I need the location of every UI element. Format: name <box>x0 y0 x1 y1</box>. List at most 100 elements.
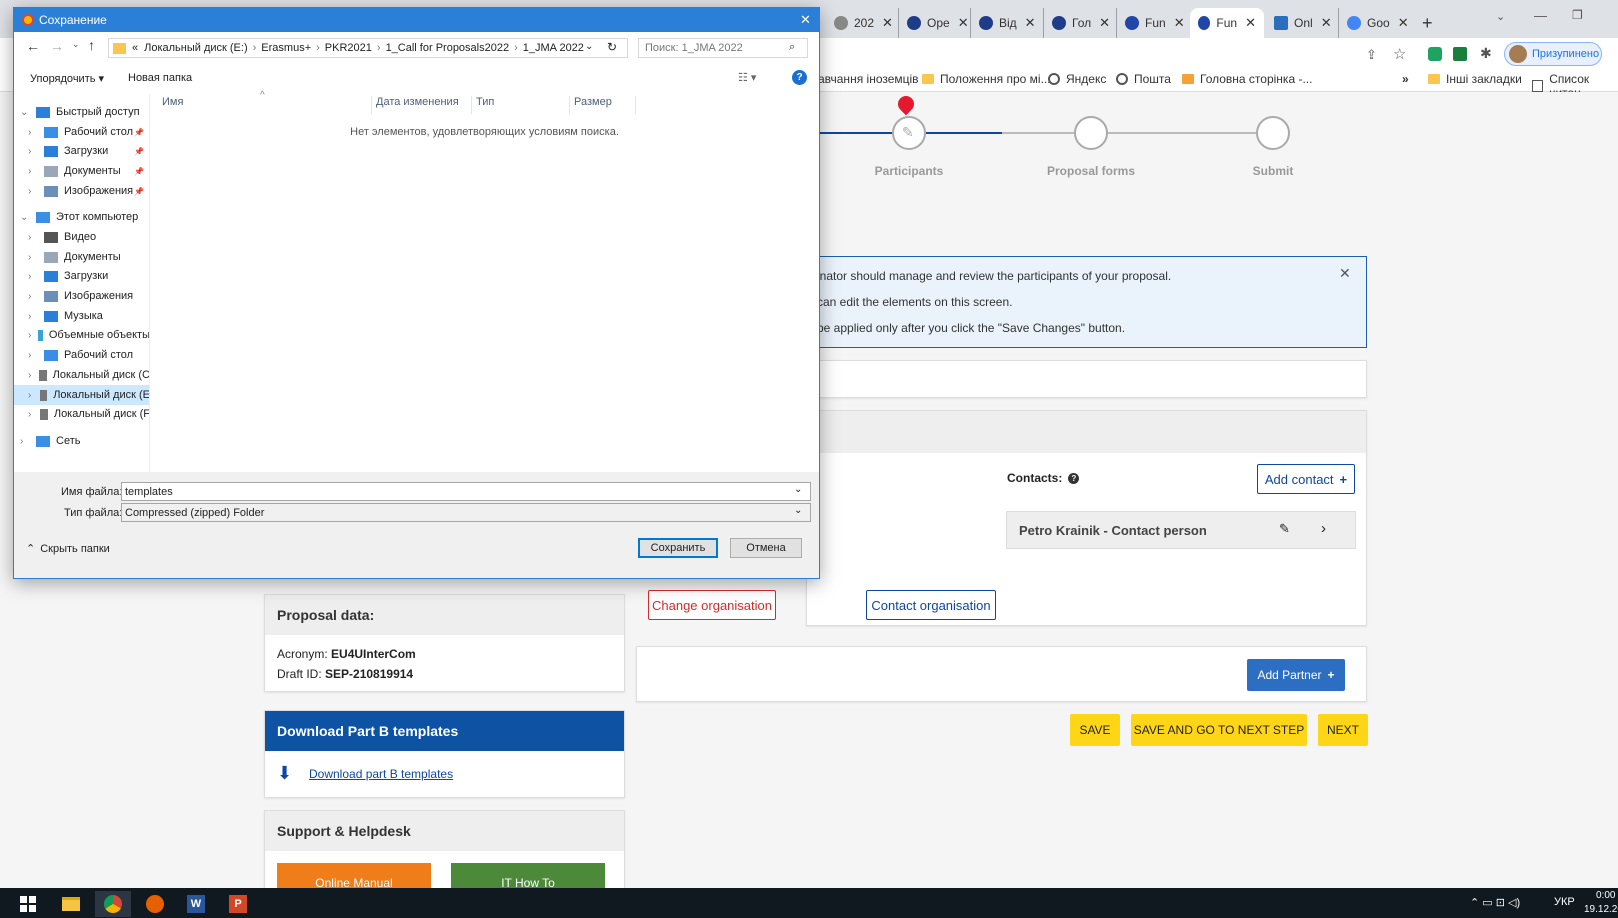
browser-tab[interactable]: Goo ✕ <box>1338 8 1417 38</box>
organize-button[interactable]: Упорядочить ▾ <box>30 72 104 85</box>
chevron-right-icon[interactable]: › <box>28 186 38 197</box>
browser-tab[interactable]: Гол ✕ <box>1043 8 1118 38</box>
browser-tab[interactable]: Від ✕ <box>970 8 1044 38</box>
close-tab-icon[interactable]: ✕ <box>882 15 893 31</box>
browser-tab[interactable]: Onl ✕ <box>1266 8 1340 38</box>
close-tab-icon[interactable]: ✕ <box>1245 15 1256 31</box>
close-tab-icon[interactable]: ✕ <box>1398 15 1409 31</box>
chevron-right-icon[interactable]: › <box>28 390 34 401</box>
chevron-down-icon[interactable]: ⌄ <box>20 107 30 118</box>
chevron-down-icon[interactable]: ⌄ <box>794 484 802 495</box>
contact-organisation-button[interactable]: Contact organisation <box>866 590 996 620</box>
folder-tree-item[interactable]: › Документы <box>14 247 149 267</box>
filename-input[interactable]: templates ⌄ <box>121 482 811 501</box>
bookmark-item[interactable]: авчання іноземців <box>818 72 919 86</box>
help-icon[interactable]: ? <box>792 70 807 85</box>
chevron-right-icon[interactable]: › <box>28 146 38 157</box>
online-manual-button[interactable]: Online Manual <box>277 863 431 889</box>
close-tab-icon[interactable]: ✕ <box>1321 15 1332 31</box>
bookmark-item[interactable]: Пошта <box>1116 72 1171 86</box>
add-partner-button[interactable]: Add Partner + <box>1247 659 1345 691</box>
chevron-right-icon[interactable]: › <box>28 311 38 322</box>
address-bar[interactable]: « Локальный диск (E:) › Erasmus+ › PKR2021… <box>108 38 628 58</box>
windows-start-icon[interactable] <box>10 891 46 917</box>
save-button[interactable]: SAVE <box>1070 714 1120 746</box>
folder-tree-item[interactable]: › Локальный диск (E <box>14 385 149 405</box>
file-explorer-icon[interactable] <box>53 891 89 917</box>
step-submit-circle[interactable] <box>1256 116 1290 150</box>
help-icon[interactable]: ? <box>1068 472 1080 484</box>
tray-icons[interactable]: ⌃ ▭ ⊡ ◁) <box>1470 896 1520 909</box>
close-icon[interactable]: ✕ <box>800 12 811 28</box>
close-tab-icon[interactable]: ✕ <box>1025 15 1036 31</box>
folder-tree-item[interactable]: › Музыка <box>14 306 149 326</box>
clock-time[interactable]: 0:00 <box>1596 890 1615 901</box>
close-tab-icon[interactable]: ✕ <box>1099 15 1110 31</box>
change-organisation-button[interactable]: Change organisation <box>648 590 776 620</box>
folder-tree-item[interactable]: › Загрузки 📌 <box>14 141 149 161</box>
chrome-icon[interactable] <box>95 891 131 917</box>
chevron-right-icon[interactable]: › <box>28 271 38 282</box>
close-icon[interactable]: ✕ <box>1339 265 1351 282</box>
restore-icon[interactable]: ❐ <box>1572 8 1583 22</box>
browser-tab[interactable]: Fun ✕ <box>1116 8 1193 38</box>
column-header-date[interactable]: Дата изменения <box>372 96 472 114</box>
share-icon[interactable]: ⇪ <box>1366 47 1377 63</box>
bookmark-item[interactable]: Головна сторінка -... <box>1182 72 1312 86</box>
chevron-right-icon[interactable]: › <box>28 370 33 381</box>
forward-arrow-icon[interactable]: → <box>50 38 64 54</box>
back-arrow-icon[interactable]: ← <box>26 38 40 54</box>
refresh-icon[interactable]: ↻ <box>607 40 617 54</box>
browser-tab-active[interactable]: Fun ✕ <box>1190 8 1264 38</box>
folder-tree-item[interactable]: › Рабочий стол <box>14 345 149 365</box>
folder-tree-item[interactable]: › Изображения 📌 <box>14 181 149 201</box>
word-icon[interactable]: W <box>178 891 214 917</box>
folder-tree-item[interactable]: › Локальный диск (F <box>14 404 149 424</box>
next-button[interactable]: NEXT <box>1318 714 1368 746</box>
chevron-right-icon[interactable]: › <box>28 409 34 420</box>
dialog-save-button[interactable]: Сохранить <box>638 538 718 558</box>
dialog-search-input[interactable]: Поиск: 1_JMA 2022 ⌕ <box>638 38 808 58</box>
download-link[interactable]: Download part B templates <box>309 767 453 781</box>
clock-date[interactable]: 19.12.20 <box>1584 904 1618 915</box>
it-howto-button[interactable]: IT How To <box>451 863 605 889</box>
view-options-icon[interactable]: ☷ ▾ <box>738 71 756 84</box>
star-icon[interactable]: ☆ <box>1393 45 1406 63</box>
bookmark-item[interactable]: Положення про мі... <box>922 72 1051 86</box>
new-folder-button[interactable]: Новая папка <box>128 72 192 84</box>
save-next-button[interactable]: SAVE AND GO TO NEXT STEP <box>1131 714 1307 746</box>
folder-tree-item[interactable]: › Загрузки <box>14 266 149 286</box>
chevron-right-icon[interactable]: › <box>20 436 30 447</box>
edit-icon[interactable]: ✎ <box>1279 521 1290 537</box>
folder-tree-item[interactable]: › Изображения <box>14 286 149 306</box>
extension-icon[interactable] <box>1428 47 1442 61</box>
close-tab-icon[interactable]: ✕ <box>958 15 969 31</box>
puzzle-icon[interactable]: ✱ <box>1480 45 1492 62</box>
add-contact-button[interactable]: Add contact + <box>1257 464 1355 494</box>
tab-search-icon[interactable]: ⌄ <box>1496 10 1505 23</box>
folder-tree-item[interactable]: › Документы 📌 <box>14 161 149 181</box>
folder-tree-item[interactable]: › Сеть <box>14 431 149 451</box>
chevron-down-icon[interactable]: ⌄ <box>585 41 593 52</box>
folder-tree-item[interactable]: › Объемные объекты <box>14 325 149 345</box>
folder-tree-item[interactable]: › Локальный диск (C <box>14 365 149 385</box>
step-proposal-forms-circle[interactable] <box>1074 116 1108 150</box>
chevron-right-icon[interactable]: › <box>28 127 38 138</box>
chevron-right-icon[interactable]: › <box>28 252 38 263</box>
chevron-right-icon[interactable]: › <box>28 330 32 341</box>
other-bookmarks[interactable]: Інші закладки <box>1428 72 1522 86</box>
contact-person-row[interactable]: Petro Krainik - Contact person ✎ › <box>1006 511 1356 549</box>
folder-tree-item[interactable]: ⌄ Быстрый доступ <box>14 102 149 122</box>
new-tab-button[interactable]: + <box>1414 8 1441 38</box>
folder-tree-item[interactable]: › Видео <box>14 227 149 247</box>
chevron-down-icon[interactable]: ⌄ <box>72 39 80 50</box>
browser-tab[interactable]: 202 ✕ <box>826 8 901 38</box>
chevron-right-icon[interactable]: › <box>28 166 38 177</box>
folder-tree-item[interactable]: ⌄ Этот компьютер <box>14 207 149 227</box>
powerpoint-icon[interactable]: P <box>220 891 256 917</box>
column-header-type[interactable]: Тип <box>472 96 570 114</box>
filetype-select[interactable]: Compressed (zipped) Folder ⌄ <box>121 503 811 522</box>
folder-tree-item[interactable]: › Рабочий стол 📌 <box>14 122 149 142</box>
column-header-name[interactable]: Имя <box>158 96 372 114</box>
firefox-icon[interactable] <box>137 891 173 917</box>
